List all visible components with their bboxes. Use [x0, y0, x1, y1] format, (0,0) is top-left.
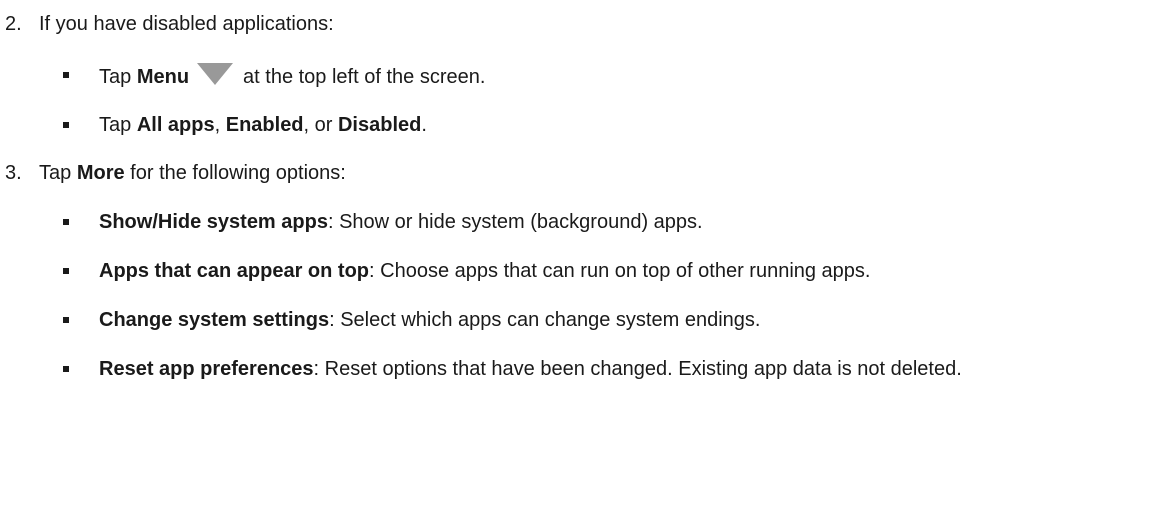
step-text: Tap More for the following options:: [39, 162, 346, 184]
bullet-marker: [63, 219, 69, 225]
bullet-marker: [63, 268, 69, 274]
bullet-text: Tap Menu at the top left of the screen.: [99, 63, 1139, 89]
bullet-text: Show/Hide system apps: Show or hide syst…: [99, 211, 703, 233]
bullet-text: Apps that can appear on top: Choose apps…: [99, 260, 871, 282]
bullet-marker: [63, 72, 69, 78]
menu-triangle-icon: [197, 63, 234, 85]
bullet-marker: [63, 122, 69, 128]
bullet-marker: [63, 317, 69, 323]
bullet-text: Tap All apps, Enabled, or Disabled.: [99, 114, 427, 136]
step-text: If you have disabled applications:: [39, 13, 334, 35]
step-number: 3.: [5, 162, 22, 184]
bullet-text: Change system settings: Select which app…: [99, 309, 761, 331]
bullet-marker: [63, 366, 69, 372]
bullet-text: Reset app preferences: Reset options tha…: [99, 358, 962, 380]
document-page: 2. If you have disabled applications: Ta…: [0, 0, 1154, 516]
step-number: 2.: [5, 13, 22, 35]
